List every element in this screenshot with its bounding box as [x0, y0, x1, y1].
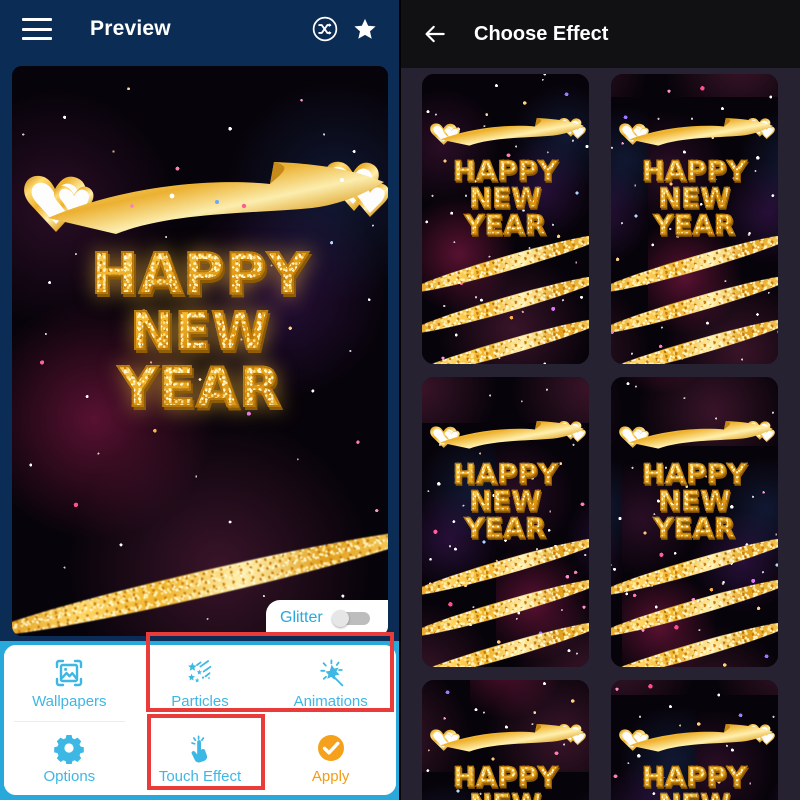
- thumbnail-title-line-2: NEW: [611, 790, 778, 800]
- toolbar-item-apply[interactable]: Apply: [265, 721, 396, 795]
- arrow-left-icon[interactable]: [422, 21, 448, 47]
- thumbnail-title-line-1: HAPPY: [611, 763, 778, 792]
- effect-thumbnail-grid: HAPPY NEW YEAR HAPPY NEW YEAR HAPPY NEW …: [400, 68, 800, 800]
- toolbar-row-divider: [14, 721, 125, 722]
- thumbnail-title-line-2: NEW: [611, 487, 778, 516]
- bottom-toolbar-container: Wallpapers Particles Animations Options …: [0, 641, 400, 800]
- wallpaper-title: HAPPY NEW YEAR: [12, 246, 388, 416]
- toolbar-label-wallpapers: Wallpapers: [32, 692, 107, 710]
- magic-wand-icon: [319, 659, 343, 686]
- choose-effect-title: Choose Effect: [474, 22, 609, 45]
- toolbar-item-animations[interactable]: Animations: [265, 645, 396, 721]
- wallpaper-title-line-1: HAPPY: [12, 246, 388, 304]
- thumbnail-title-line-1: HAPPY: [422, 460, 589, 489]
- shooting-stars-icon: [188, 659, 212, 682]
- star-icon[interactable]: [352, 16, 378, 42]
- wallpaper-title-line-3: YEAR: [12, 360, 388, 416]
- thumbnail-ribbon: [425, 718, 586, 762]
- page-title: Preview: [90, 17, 171, 40]
- tap-hand-icon: [191, 735, 208, 763]
- image-frame-icon: [56, 659, 83, 686]
- thumbnail-title-line-2: NEW: [422, 184, 589, 213]
- gear-icon: [54, 734, 85, 764]
- thumbnail-title-line-1: HAPPY: [422, 763, 589, 792]
- wallpaper-title-line-2: NEW: [12, 305, 388, 359]
- toolbar-label-touch-effect: Touch Effect: [158, 767, 242, 785]
- thumbnail-ribbon: [614, 718, 775, 762]
- effect-thumbnail-6[interactable]: HAPPY NEW YEAR: [611, 680, 778, 800]
- switch-knob[interactable]: [331, 609, 349, 627]
- thumbnail-title-line-1: HAPPY: [422, 157, 589, 186]
- thumbnail-ribbon: [614, 415, 775, 459]
- thumbnail-title: HAPPY NEW YEAR: [611, 763, 778, 800]
- effect-thumbnail-3[interactable]: HAPPY NEW YEAR: [422, 377, 589, 667]
- thumbnail-title-line-3: YEAR: [422, 211, 589, 240]
- choose-effect-panel: Choose Effect HAPPY NEW YEAR HAPPY NEW Y…: [400, 0, 800, 800]
- thumbnail-ribbon: [425, 415, 586, 459]
- preview-header: Preview: [0, 0, 400, 58]
- thumbnail-title: HAPPY NEW YEAR: [422, 157, 589, 240]
- toolbar-label-apply: Apply: [311, 767, 350, 785]
- thumbnail-title-line-3: YEAR: [422, 514, 589, 543]
- check-circle-icon: [317, 734, 344, 761]
- thumbnail-title-line-2: NEW: [422, 487, 589, 516]
- thumbnail-title-line-1: HAPPY: [611, 460, 778, 489]
- toolbar-item-wallpapers[interactable]: Wallpapers: [4, 645, 135, 721]
- shuffle-icon[interactable]: [312, 16, 338, 42]
- thumbnail-title: HAPPY NEW YEAR: [422, 460, 589, 543]
- thumbnail-ribbon: [425, 112, 586, 156]
- header-actions: [312, 16, 384, 42]
- thumbnail-title-line-3: YEAR: [611, 514, 778, 543]
- toolbar-label-animations: Animations: [293, 692, 368, 710]
- hamburger-menu-icon[interactable]: [22, 18, 52, 40]
- thumbnail-title-line-2: NEW: [422, 790, 589, 800]
- glitter-toggle-label: Glitter: [280, 609, 323, 626]
- toolbar-label-particles: Particles: [171, 692, 229, 710]
- app-root: Preview HAPPY NEW YEAR Glitter Wallpaper…: [0, 0, 800, 800]
- bottom-toolbar: Wallpapers Particles Animations Options …: [4, 645, 396, 795]
- thumbnail-title-line-2: NEW: [611, 184, 778, 213]
- thumbnail-title: HAPPY NEW YEAR: [422, 763, 589, 800]
- thumbnail-title-line-1: HAPPY: [611, 157, 778, 186]
- glitter-toggle[interactable]: Glitter: [266, 600, 388, 636]
- choose-effect-header: Choose Effect: [400, 0, 800, 68]
- wallpaper-preview[interactable]: HAPPY NEW YEAR Glitter: [12, 66, 388, 636]
- panel-divider: [399, 0, 401, 800]
- thumbnail-title: HAPPY NEW YEAR: [611, 460, 778, 543]
- glitter-switch[interactable]: [331, 609, 370, 627]
- effect-thumbnail-4[interactable]: HAPPY NEW YEAR: [611, 377, 778, 667]
- thumbnail-title-line-3: YEAR: [611, 211, 778, 240]
- effect-thumbnail-5[interactable]: HAPPY NEW YEAR: [422, 680, 589, 800]
- thumbnail-title: HAPPY NEW YEAR: [611, 157, 778, 240]
- preview-panel: Preview HAPPY NEW YEAR Glitter Wallpaper…: [0, 0, 400, 800]
- toolbar-label-options: Options: [43, 767, 96, 785]
- effect-thumbnail-2[interactable]: HAPPY NEW YEAR: [611, 74, 778, 364]
- thumbnail-ribbon: [614, 112, 775, 156]
- toolbar-item-particles[interactable]: Particles: [134, 645, 266, 721]
- toolbar-item-options[interactable]: Options: [4, 721, 135, 795]
- toolbar-item-touch-effect[interactable]: Touch Effect: [134, 721, 266, 795]
- effect-thumbnail-1[interactable]: HAPPY NEW YEAR: [422, 74, 589, 364]
